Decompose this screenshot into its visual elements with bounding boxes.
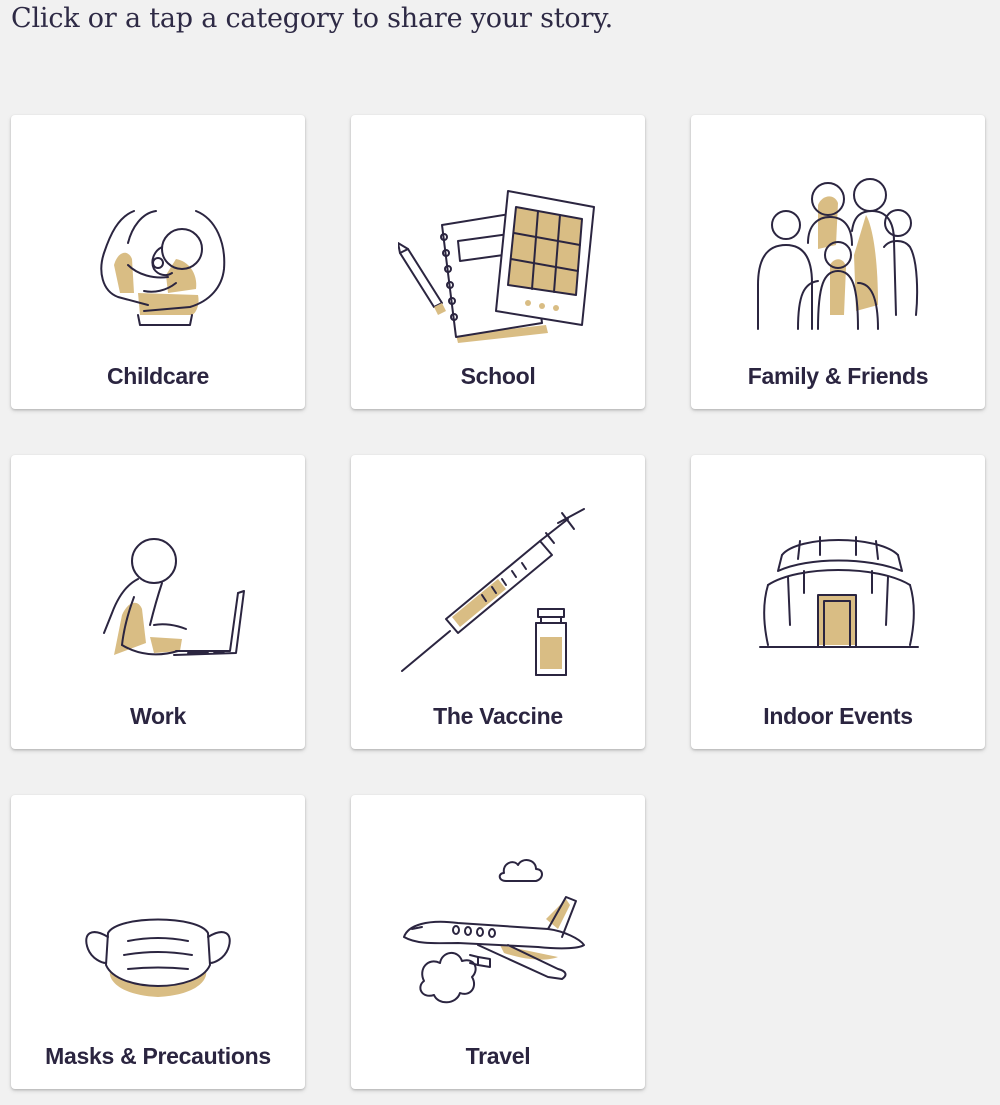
category-card-indoor-events[interactable]: Indoor Events [691,455,985,749]
stadium-icon [759,536,919,648]
category-label: Childcare [106,363,210,389]
category-card-family-friends[interactable]: Family & Friends [691,115,985,409]
airplane-clouds-icon [403,859,585,1004]
face-mask-icon [85,918,231,997]
category-label: Indoor Events [763,703,913,729]
category-label: The Vaccine [433,703,563,729]
category-card-school[interactable]: School [351,115,645,409]
category-label: Travel [465,1043,531,1069]
category-card-childcare[interactable]: Childcare [11,115,305,409]
syringe-vial-icon [401,508,585,676]
category-label: Masks & Precautions [45,1043,271,1069]
page-instructions: Click or a tap a category to share your … [11,3,614,34]
baby-in-arms-icon [100,210,226,326]
category-grid: Childcare School Family & Friends Work T… [11,115,987,1089]
category-label: Family & Friends [747,363,929,389]
category-label: School [460,363,536,389]
category-card-vaccine[interactable]: The Vaccine [351,455,645,749]
category-card-travel[interactable]: Travel [351,795,645,1089]
category-card-masks-precautions[interactable]: Masks & Precautions [11,795,305,1089]
group-of-people-icon [757,178,919,330]
person-at-laptop-icon [103,538,245,656]
notebook-tablet-pencil-icon [398,190,595,343]
category-label: Work [130,703,186,729]
category-card-work[interactable]: Work [11,455,305,749]
